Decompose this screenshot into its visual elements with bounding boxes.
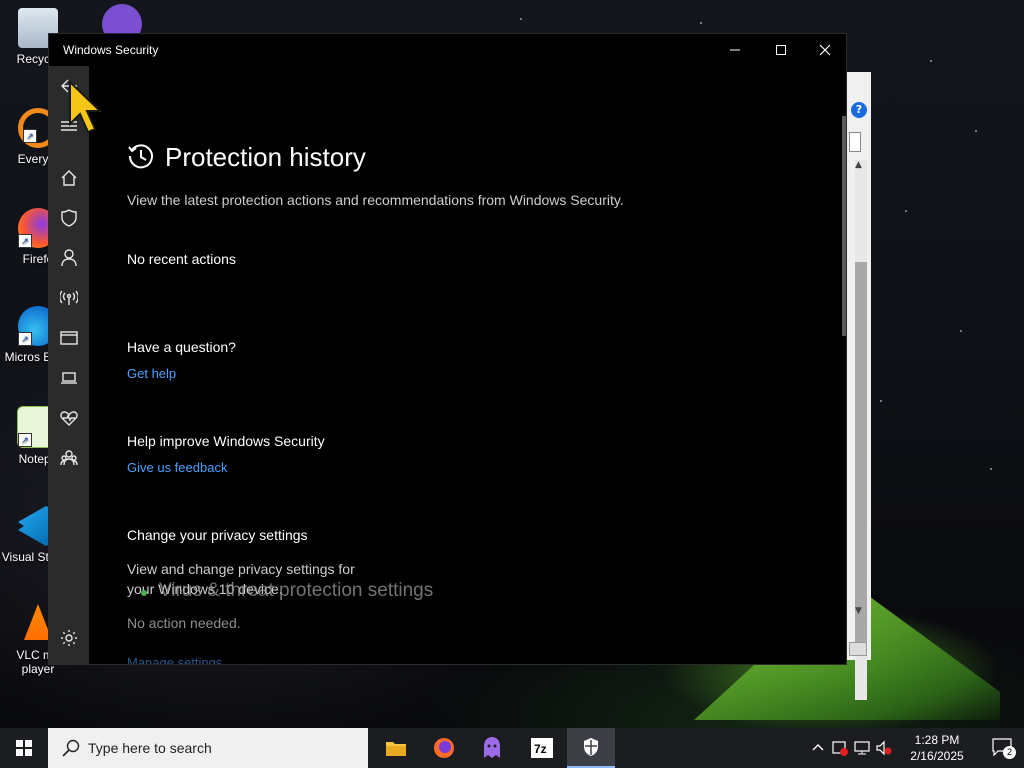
home-icon [61,170,77,186]
firewall-network-icon [60,290,78,305]
nav-firewall[interactable] [49,282,89,314]
notification-center-button[interactable]: 2 [992,738,1016,759]
clock-time: 1:28 PM [914,733,960,747]
no-action-needed-text: No action needed. [127,615,241,631]
nav-family-options[interactable] [49,442,89,474]
start-button[interactable] [0,728,48,768]
chevron-up-icon[interactable] [810,740,826,756]
firefox-icon [434,738,454,758]
svg-text:7z: 7z [534,742,547,756]
input-box [849,132,861,152]
search-placeholder: Type here to search [88,740,212,756]
navigation-sidebar [49,66,89,664]
content-scrollbar[interactable] [842,116,846,336]
keyboard-icon [849,642,867,656]
app-browser-icon [60,331,78,345]
nav-account-protection[interactable] [49,242,89,274]
windows-logo-icon [16,740,32,756]
main-content: Protection history View the latest prote… [89,66,846,664]
taskbar-tor[interactable] [468,728,516,768]
scrollbar-thumb[interactable] [855,262,867,642]
shortcut-arrow-icon: ↗ [18,234,32,248]
background-window-edge: ? ▲ ▼ [846,72,871,700]
nav-device-health[interactable] [49,402,89,434]
help-icon[interactable]: ? [851,102,867,118]
close-icon [819,44,831,56]
page-description: View the latest protection actions and r… [127,192,624,208]
virus-threat-settings-heading: Virus & threat protection settings [159,580,434,601]
get-help-link[interactable]: Get help [127,366,176,381]
feedback-link[interactable]: Give us feedback [127,460,227,475]
status-ok-icon [141,590,147,596]
7zip-icon: 7z [531,738,553,758]
taskbar-firefox[interactable] [420,728,468,768]
settings-gear-icon [61,630,77,646]
title-bar[interactable]: Windows Security [49,34,846,66]
nav-virus-protection[interactable] [49,202,89,234]
shortcut-arrow-icon: ↗ [23,129,37,143]
search-icon [62,739,80,757]
clock-date: 2/16/2025 [910,749,964,763]
nav-device-security[interactable] [49,362,89,394]
taskbar: Type here to search 7z 1:28 PM 2/16/2025 [0,728,1024,768]
windows-security-icon [584,738,598,756]
no-recent-actions-text: No recent actions [127,251,236,267]
notification-count-badge: 2 [1003,746,1016,759]
family-icon [60,450,78,466]
nav-settings[interactable] [49,622,89,654]
taskbar-file-explorer[interactable] [372,728,420,768]
taskbar-7zip[interactable]: 7z [518,728,566,768]
file-explorer-icon [386,742,406,756]
mouse-cursor-icon [69,80,102,134]
scroll-down-icon[interactable]: ▼ [855,606,862,616]
question-heading: Have a question? [127,339,236,355]
close-button[interactable] [802,34,848,66]
volume-muted-icon[interactable] [876,740,892,756]
tor-icon [484,737,500,758]
page-title: Protection history [165,142,366,172]
minimize-button[interactable] [712,34,758,66]
shortcut-arrow-icon: ↗ [18,332,32,346]
system-tray: 1:28 PM 2/16/2025 2 [804,728,1024,768]
laptop-icon [61,372,77,384]
maximize-button[interactable] [758,34,804,66]
manage-settings-link[interactable]: Manage settings [127,655,222,664]
health-heart-icon [60,411,78,426]
improve-heading: Help improve Windows Security [127,433,325,449]
scroll-up-icon[interactable]: ▲ [855,160,862,170]
taskbar-windows-security[interactable] [567,728,615,768]
shortcut-arrow-icon: ↗ [18,433,32,447]
minimize-icon [730,49,740,51]
account-icon [61,249,77,267]
window-title: Windows Security [63,43,159,57]
nav-app-browser-control[interactable] [49,322,89,354]
shield-icon [61,209,77,227]
taskbar-search-box[interactable]: Type here to search [48,728,368,768]
windows-security-window: Windows Security Protection history View… [48,33,847,665]
maximize-icon [776,45,786,55]
system-clock[interactable]: 1:28 PM 2/16/2025 [902,732,972,764]
security-warning-icon[interactable] [832,740,848,756]
network-icon[interactable] [854,740,870,756]
privacy-heading: Change your privacy settings [127,527,308,543]
history-clock-icon [128,144,153,169]
nav-home[interactable] [49,162,89,194]
